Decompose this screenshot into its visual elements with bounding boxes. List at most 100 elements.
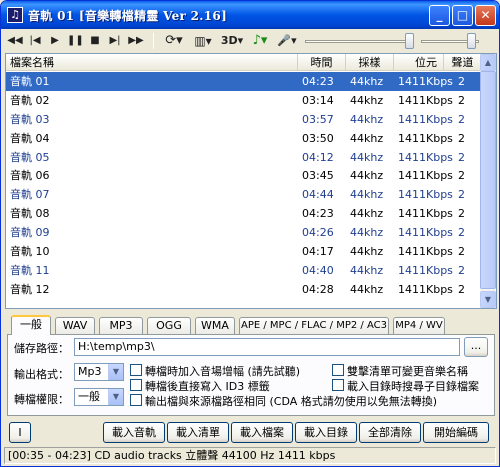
table-row[interactable]: 音軌 10 04:17 44khz 1411Kbps 2 [6,242,482,261]
track-time-cell: 04:12 [302,150,334,164]
output-format-label: 輸出格式： [14,368,69,381]
track-bitrate-cell: 1411Kbps [398,263,453,277]
pause-icon[interactable]: ❚❚ [67,32,84,50]
table-row[interactable]: 音軌 05 04:12 44khz 1411Kbps 2 [6,148,482,167]
option-checkbox-same-path[interactable] [130,394,142,406]
scroll-down-icon[interactable]: ▼ [480,291,496,308]
save-path-field[interactable]: H:\temp\mp3\ [74,338,460,356]
volume-slider-thumb[interactable] [404,33,414,49]
next-track-icon[interactable]: ▶| [107,32,123,50]
track-sample-cell: 44khz [350,245,384,259]
tab-general[interactable]: 一般 [11,315,51,335]
option-label-subfolders: 載入目錄時搜尋子目錄檔案 [347,380,479,393]
music-note-icon: ♫ [7,7,23,23]
tab-mp3[interactable]: MP3 [99,317,143,334]
stop-icon[interactable]: ■ [87,32,103,50]
close-button[interactable]: ✕ [475,5,496,26]
tab-wav[interactable]: WAV [55,317,95,334]
maximize-button[interactable]: □ [452,5,473,26]
column-header-channels[interactable]: 聲道 [444,54,482,71]
column-header-filename[interactable]: 檔案名稱 [6,54,298,71]
track-bitrate-cell: 1411Kbps [398,112,453,126]
track-time-cell: 04:28 [302,282,334,296]
column-header-bitrate[interactable]: 位元 [394,54,444,71]
table-row[interactable]: 音軌 02 03:14 44khz 1411Kbps 2 [6,91,482,110]
track-time-cell: 04:17 [302,245,334,259]
table-row[interactable]: 音軌 01 04:23 44khz 1411Kbps 2 [6,72,482,91]
load-list-button[interactable]: 載入清單 [167,422,229,443]
track-time-cell: 03:57 [302,112,334,126]
tab-wma[interactable]: WMA [195,317,235,334]
track-sample-cell: 44khz [350,131,384,145]
load-folder-button[interactable]: 載入目錄 [295,422,357,443]
chevron-down-icon[interactable]: ▼ [108,389,123,405]
effect-icon[interactable]: ♪▾ [249,32,271,50]
microphone-icon[interactable]: 🎤▾ [275,32,299,50]
position-slider-thumb[interactable] [467,33,477,49]
table-row[interactable]: 音軌 09 04:26 44khz 1411Kbps 2 [6,223,482,242]
play-icon[interactable]: ▶ [47,32,63,50]
table-row[interactable]: 音軌 07 04:44 44khz 1411Kbps 2 [6,185,482,204]
track-sample-cell: 44khz [350,150,384,164]
track-channels-cell: 2 [458,150,465,164]
track-channels-cell: 2 [458,131,465,145]
track-time-cell: 04:40 [302,263,334,277]
option-checkbox-id3[interactable] [130,379,142,391]
priority-select[interactable]: 一般 ▼ [74,388,124,406]
vertical-scrollbar[interactable]: ▲ ▼ [480,54,496,308]
track-name-cell: 音軌 10 [10,245,50,259]
browse-button[interactable]: ... [464,337,488,357]
window-title: 音軌 01 [音樂轉檔精靈 Ver 2.16] [28,9,228,23]
output-format-select[interactable]: Mp3 ▼ [74,363,124,381]
previous-track-icon[interactable]: |◀ [27,32,43,50]
start-convert-button[interactable]: 開始編碼 [423,422,489,443]
table-row[interactable]: 音軌 12 04:28 44khz 1411Kbps 2 [6,280,482,299]
track-channels-cell: 2 [458,226,465,240]
option-checkbox-rename[interactable] [332,364,344,376]
track-name-cell: 音軌 04 [10,131,50,145]
info-button[interactable]: I [9,422,31,443]
table-row[interactable]: 音軌 08 04:23 44khz 1411Kbps 2 [6,204,482,223]
rewind-icon[interactable]: ◀◀ [7,32,23,50]
column-header-sample[interactable]: 採樣 [346,54,394,71]
settings-tabs: 一般 WAV MP3 OGG WMA APE / MPC / FLAC / MP… [11,315,497,335]
table-row[interactable]: 音軌 06 03:45 44khz 1411Kbps 2 [6,166,482,185]
track-bitrate-cell: 1411Kbps [398,93,453,107]
clear-all-button[interactable]: 全部清除 [359,422,421,443]
option-checkbox-subfolders[interactable] [332,379,344,391]
repeat-icon[interactable]: ⟳▾ [161,32,187,50]
option-label-soundfield: 轉檔時加入音場增幅 (請先試聽) [145,365,301,378]
3d-sound-button[interactable]: 3D▾ [219,32,245,50]
tab-mp4-wv[interactable]: MP4 / WV [393,317,445,334]
load-audio-button[interactable]: 載入音軌 [103,422,165,443]
scroll-up-icon[interactable]: ▲ [480,54,496,71]
table-row[interactable]: 音軌 04 03:50 44khz 1411Kbps 2 [6,129,482,148]
track-bitrate-cell: 1411Kbps [398,75,453,88]
equalizer-icon[interactable]: ▥▾ [191,32,215,50]
track-sample-cell: 44khz [350,112,384,126]
volume-slider-track[interactable] [305,40,413,43]
column-header-time[interactable]: 時間 [298,54,346,71]
priority-label: 轉檔權限： [14,393,69,406]
table-row[interactable]: 音軌 03 03:57 44khz 1411Kbps 2 [6,110,482,129]
fast-forward-icon[interactable]: ▶▶ [127,32,145,50]
tab-ape-mpc-flac[interactable]: APE / MPC / FLAC / MP2 / AC3 [239,317,389,334]
load-file-button[interactable]: 載入檔案 [231,422,293,443]
track-time-cell: 03:45 [302,169,334,183]
tab-ogg[interactable]: OGG [147,317,191,334]
track-name-cell: 音軌 12 [10,282,50,296]
track-channels-cell: 2 [458,263,465,277]
track-list[interactable]: 檔案名稱 時間 採樣 位元 聲道 音軌 01 04:23 44khz 1411Kbps… [5,53,497,309]
option-label-same-path: 輸出檔與來源檔路徑相同 (CDA 格式請勿使用以免無法轉換) [145,395,438,408]
track-bitrate-cell: 1411Kbps [398,188,453,202]
chevron-down-icon[interactable]: ▼ [108,364,123,380]
track-name-cell: 音軌 09 [10,226,50,240]
track-channels-cell: 2 [458,75,465,88]
table-row[interactable]: 音軌 11 04:40 44khz 1411Kbps 2 [6,261,482,280]
priority-value: 一般 [78,390,100,403]
minimize-button[interactable]: _ [429,5,450,26]
option-checkbox-soundfield[interactable] [130,364,142,376]
track-bitrate-cell: 1411Kbps [398,150,453,164]
track-bitrate-cell: 1411Kbps [398,207,453,221]
scrollbar-thumb[interactable] [480,71,496,289]
